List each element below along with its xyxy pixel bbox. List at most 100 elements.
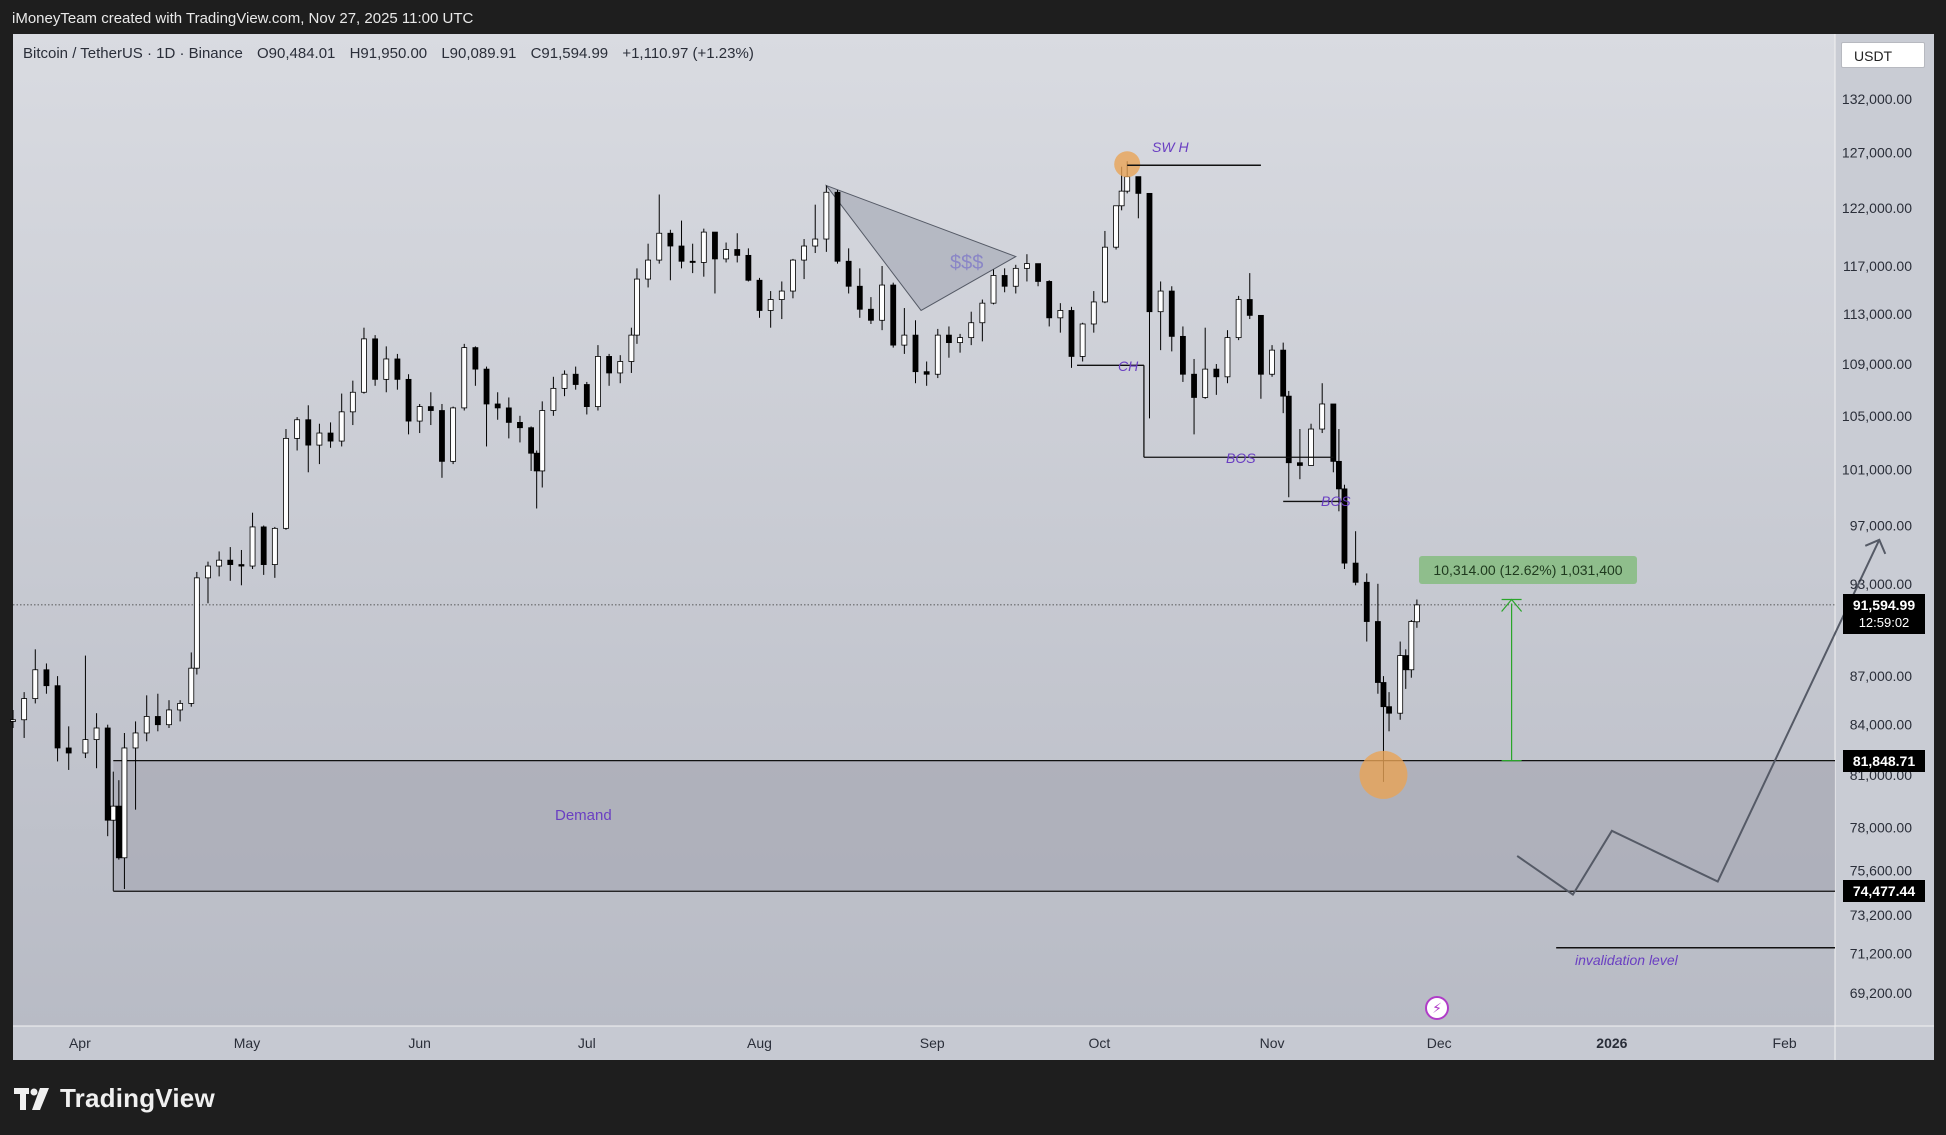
candle-body (790, 259, 796, 292)
x-tick-label: Sep (920, 1035, 945, 1051)
candle-body (561, 373, 568, 389)
candle-body (1057, 310, 1064, 319)
candle-body (294, 419, 301, 439)
candle-body (1319, 403, 1326, 430)
candle-body (427, 406, 434, 411)
candle (193, 571, 200, 675)
candle-body (1308, 428, 1314, 466)
y-tick-label: 127,000.00 (1842, 144, 1912, 160)
swing-high-marker (1114, 151, 1141, 178)
bos-label-upper: BOS (1226, 450, 1256, 466)
candle (934, 328, 941, 379)
candle (461, 343, 468, 411)
demand-zone-label: Demand (555, 807, 612, 824)
candle-body (634, 278, 640, 336)
candle-body (439, 410, 445, 462)
candle-body (1330, 403, 1337, 462)
invalidation-level-label: invalidation level (1575, 952, 1678, 968)
candle-body (416, 406, 423, 422)
candle-body (700, 231, 707, 263)
candle (1079, 322, 1086, 362)
candle-body (10, 719, 16, 722)
candle (104, 724, 111, 837)
x-tick-label: Oct (1088, 1035, 1110, 1051)
candle (1308, 423, 1314, 466)
candle-body (957, 337, 963, 344)
candle-body (1269, 349, 1275, 375)
candle-body (383, 358, 390, 380)
candle-body (1402, 655, 1409, 671)
candle-body (249, 526, 256, 567)
y-tick-label: 109,000.00 (1842, 356, 1912, 372)
candle-body (1079, 323, 1086, 357)
candle-body (1113, 205, 1119, 248)
candle-body (595, 356, 601, 407)
candle-body (1258, 314, 1264, 375)
candle-body (115, 805, 122, 859)
candle-body (845, 260, 852, 287)
candle (834, 190, 841, 264)
candle-body (1168, 290, 1175, 337)
candle-body (1285, 395, 1292, 464)
candle-body (979, 302, 986, 324)
y-tick-label: 84,000.00 (1850, 717, 1912, 733)
candle-body (1297, 462, 1303, 466)
candle-body (461, 347, 468, 409)
x-tick-label: Apr (69, 1035, 91, 1051)
flash-icon[interactable]: ⚡ (1425, 996, 1449, 1020)
candle-body (812, 238, 819, 247)
candle-body (1280, 349, 1287, 397)
tradingview-logo-icon (14, 1087, 49, 1110)
swing-low-marker (1359, 750, 1408, 799)
candle-body (934, 334, 941, 375)
candle-body (104, 727, 111, 821)
candle-body (177, 703, 184, 711)
candle-body (723, 249, 729, 260)
candle-body (338, 411, 345, 442)
candle-body (494, 403, 501, 409)
price-range-measure-label[interactable]: 10,314.00 (12.62%) 1,031,400 (1419, 556, 1637, 584)
candle-body (572, 373, 579, 385)
x-tick-label: 2026 (1596, 1035, 1627, 1051)
current-price-tag: 91,594.99 12:59:02 (1843, 594, 1925, 634)
ohlc-low: L90,089.91 (441, 45, 517, 62)
candle-body (533, 452, 540, 472)
symbol-name[interactable]: Bitcoin / TetherUS · 1D · Binance (23, 45, 243, 62)
candle-body (1102, 246, 1108, 303)
candle-body (372, 338, 379, 380)
candle-body (154, 716, 161, 726)
candle-body (868, 308, 874, 321)
y-tick-label: 105,000.00 (1842, 408, 1912, 424)
candle-body (394, 358, 401, 380)
x-tick-label: Jun (408, 1035, 431, 1051)
candle-body (923, 371, 930, 375)
candle-body (528, 427, 535, 454)
candle-body (678, 245, 685, 262)
candle-body (1024, 263, 1030, 269)
y-tick-label: 78,000.00 (1850, 819, 1912, 835)
candle-body (1135, 176, 1142, 194)
currency-unit-button[interactable]: USDT (1841, 42, 1925, 68)
candle-body (689, 260, 696, 263)
candle-body (1352, 562, 1359, 583)
bar-countdown: 12:59:02 (1858, 615, 1910, 630)
candle (634, 268, 640, 344)
candle-body (901, 334, 908, 346)
candle-body (645, 259, 651, 280)
candle-body (205, 565, 211, 579)
y-tick-label: 69,200.00 (1850, 985, 1912, 1001)
candle-body (283, 437, 289, 529)
candle-body (93, 727, 100, 741)
candle-body (1001, 275, 1008, 287)
candle-body (823, 191, 830, 240)
demand-zone (113, 760, 1835, 892)
tradingview-logo[interactable]: TradingView (14, 1083, 215, 1114)
candle-body (1090, 301, 1097, 325)
candle-body (734, 249, 741, 256)
candle-body (472, 347, 479, 370)
demand-top-price-tag: 81,848.71 (1843, 750, 1925, 772)
y-tick-label: 75,600.00 (1850, 863, 1912, 879)
candle (1269, 345, 1275, 377)
candle-body (505, 407, 512, 423)
candle-body (260, 526, 267, 565)
